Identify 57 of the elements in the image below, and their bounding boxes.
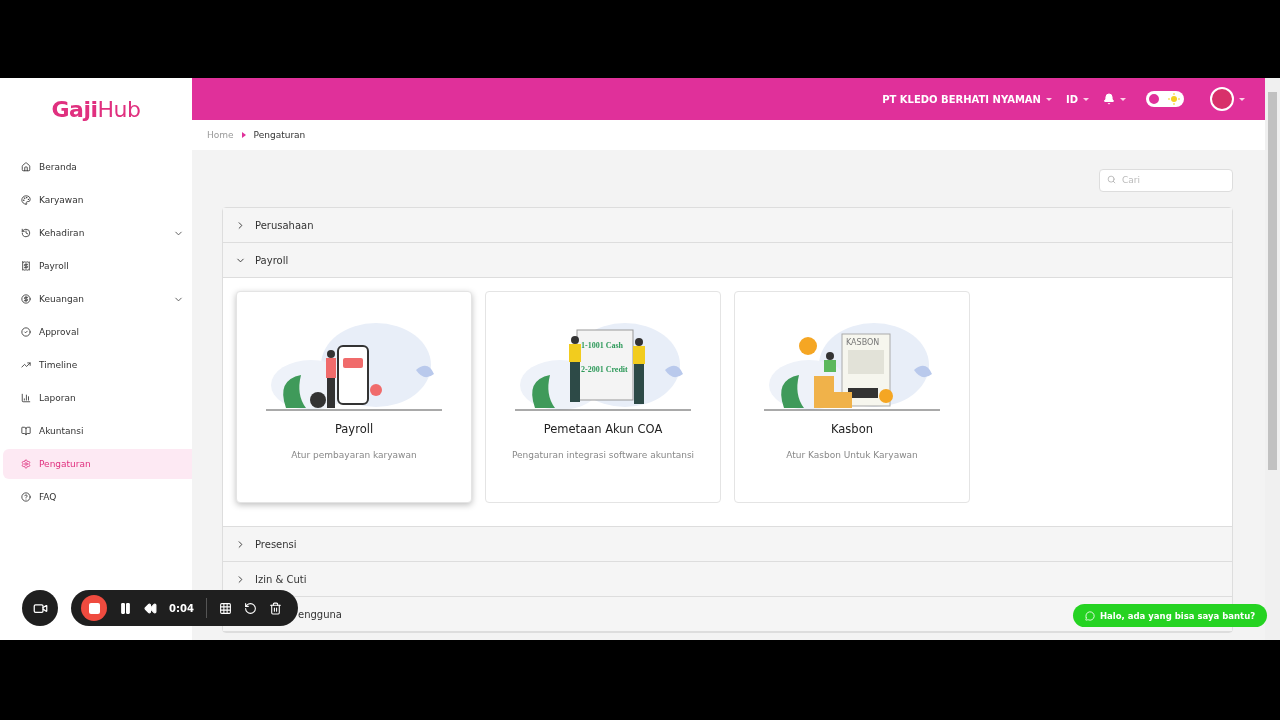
history-icon bbox=[21, 228, 31, 238]
help-icon bbox=[21, 492, 31, 502]
accordion-header[interactable]: Presensi bbox=[223, 527, 1232, 562]
settings-card[interactable]: 1-1001 Cash 2-2001 Credit Pemetaan Akun COA Pengaturan integrasi software akuntansi bbox=[485, 291, 721, 503]
home-icon bbox=[21, 162, 31, 172]
sidebar-item[interactable]: Payroll bbox=[3, 251, 192, 281]
sidebar-item[interactable]: Karyawan bbox=[3, 185, 192, 215]
trash-icon[interactable] bbox=[268, 601, 282, 615]
search-field[interactable]: Cari bbox=[1099, 168, 1233, 192]
sidebar-item[interactable]: Keuangan bbox=[3, 284, 192, 314]
bell-icon bbox=[1103, 93, 1115, 105]
language-dropdown[interactable]: ID bbox=[1065, 93, 1089, 105]
company-dropdown[interactable]: PT KLEDO BERHATI NYAMAN bbox=[882, 93, 1052, 105]
accordion-header[interactable]: Perusahaan bbox=[223, 208, 1232, 243]
recording-time: 0:04 bbox=[169, 602, 194, 614]
accordion-header[interactable]: Payroll bbox=[223, 243, 1232, 278]
profile-menu[interactable] bbox=[1210, 87, 1245, 111]
receipt-icon bbox=[21, 261, 31, 271]
settings-card[interactable]: Payroll Atur pembayaran karyawan bbox=[236, 291, 472, 503]
card-description: Pengaturan integrasi software akuntansi bbox=[511, 450, 695, 460]
pause-icon[interactable] bbox=[119, 601, 132, 615]
chat-icon bbox=[1085, 610, 1095, 621]
card-title: Kasbon bbox=[831, 422, 873, 436]
grid-icon[interactable] bbox=[218, 601, 232, 615]
restart-icon[interactable] bbox=[243, 601, 257, 615]
breadcrumb-item: Pengaturan bbox=[253, 130, 306, 140]
sun-icon bbox=[1168, 93, 1180, 105]
book-icon bbox=[21, 426, 31, 436]
settings-card[interactable]: KASBON Kasbon Atur Kasbon Untuk Karyawan bbox=[734, 291, 970, 503]
settings-icon bbox=[21, 459, 31, 469]
sidebar-item[interactable]: Beranda bbox=[3, 152, 192, 182]
stop-button[interactable] bbox=[81, 595, 107, 621]
sidebar-item[interactable]: Approval bbox=[3, 317, 192, 347]
logo: GajiHub bbox=[50, 95, 142, 124]
trend-icon bbox=[21, 360, 31, 370]
card-description: Atur Kasbon Untuk Karyawan bbox=[786, 450, 918, 460]
card-title: Payroll bbox=[334, 422, 374, 436]
sidebar-item[interactable]: Akuntansi bbox=[3, 416, 192, 446]
breadcrumb-separator-icon bbox=[241, 132, 246, 138]
sidebar-item[interactable]: Pengaturan bbox=[3, 449, 192, 479]
receipt-illustration-drawing: KASBON bbox=[764, 320, 940, 414]
sidebar-item[interactable]: Timeline bbox=[3, 350, 192, 380]
palette-icon bbox=[21, 195, 31, 205]
notification-button[interactable] bbox=[1103, 93, 1126, 105]
accordion-header[interactable]: engguna bbox=[298, 608, 342, 620]
theme-toggle[interactable] bbox=[1146, 91, 1184, 107]
dollar-circle-icon bbox=[21, 294, 31, 304]
bar-chart-icon bbox=[21, 393, 31, 403]
accordion-header[interactable]: Izin & Cuti bbox=[223, 562, 1232, 597]
map-illustration-drawing: 1-1001 Cash 2-2001 Credit bbox=[515, 320, 691, 414]
card-description: Atur pembayaran karyawan bbox=[291, 450, 417, 460]
sidebar-item[interactable]: FAQ bbox=[3, 482, 192, 512]
card-title: Pemetaan Akun COA bbox=[543, 422, 663, 436]
sidebar-item[interactable]: Kehadiran bbox=[3, 218, 192, 248]
sidebar-item[interactable]: Laporan bbox=[3, 383, 192, 413]
check-icon bbox=[21, 327, 31, 337]
rewind-icon[interactable] bbox=[144, 601, 157, 615]
